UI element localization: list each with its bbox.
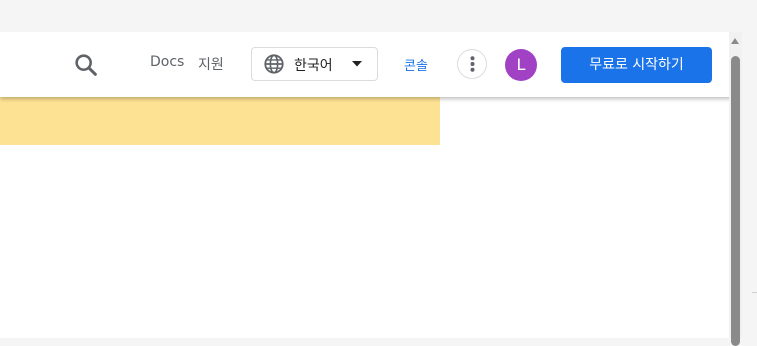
account-avatar[interactable]: L (505, 49, 537, 81)
vertical-scrollbar[interactable] (729, 32, 742, 346)
scrollbar-thumb[interactable] (731, 56, 740, 346)
more-vert-icon (470, 56, 475, 72)
page-viewport: Docs 지원 한국어 콘솔 L 무료로 시작하기 (0, 32, 742, 338)
browser-top-strip (0, 0, 757, 32)
globe-icon (264, 54, 284, 74)
scroll-up-arrow-icon[interactable] (731, 38, 739, 44)
notice-banner (0, 97, 440, 145)
search-button[interactable] (72, 51, 100, 79)
site-header: Docs 지원 한국어 콘솔 L 무료로 시작하기 (0, 32, 742, 97)
caret-down-icon (352, 61, 362, 67)
window-edge-strip (742, 32, 757, 338)
language-select[interactable]: 한국어 (251, 47, 378, 81)
nav-docs-link[interactable]: Docs (150, 54, 184, 70)
edge-divider (752, 292, 757, 293)
console-link[interactable]: 콘솔 (404, 55, 428, 74)
search-icon (75, 54, 97, 76)
get-started-free-button[interactable]: 무료로 시작하기 (561, 47, 712, 83)
more-options-button[interactable] (457, 49, 487, 79)
nav-support-link[interactable]: 지원 (198, 54, 224, 74)
language-select-value: 한국어 (294, 58, 333, 74)
